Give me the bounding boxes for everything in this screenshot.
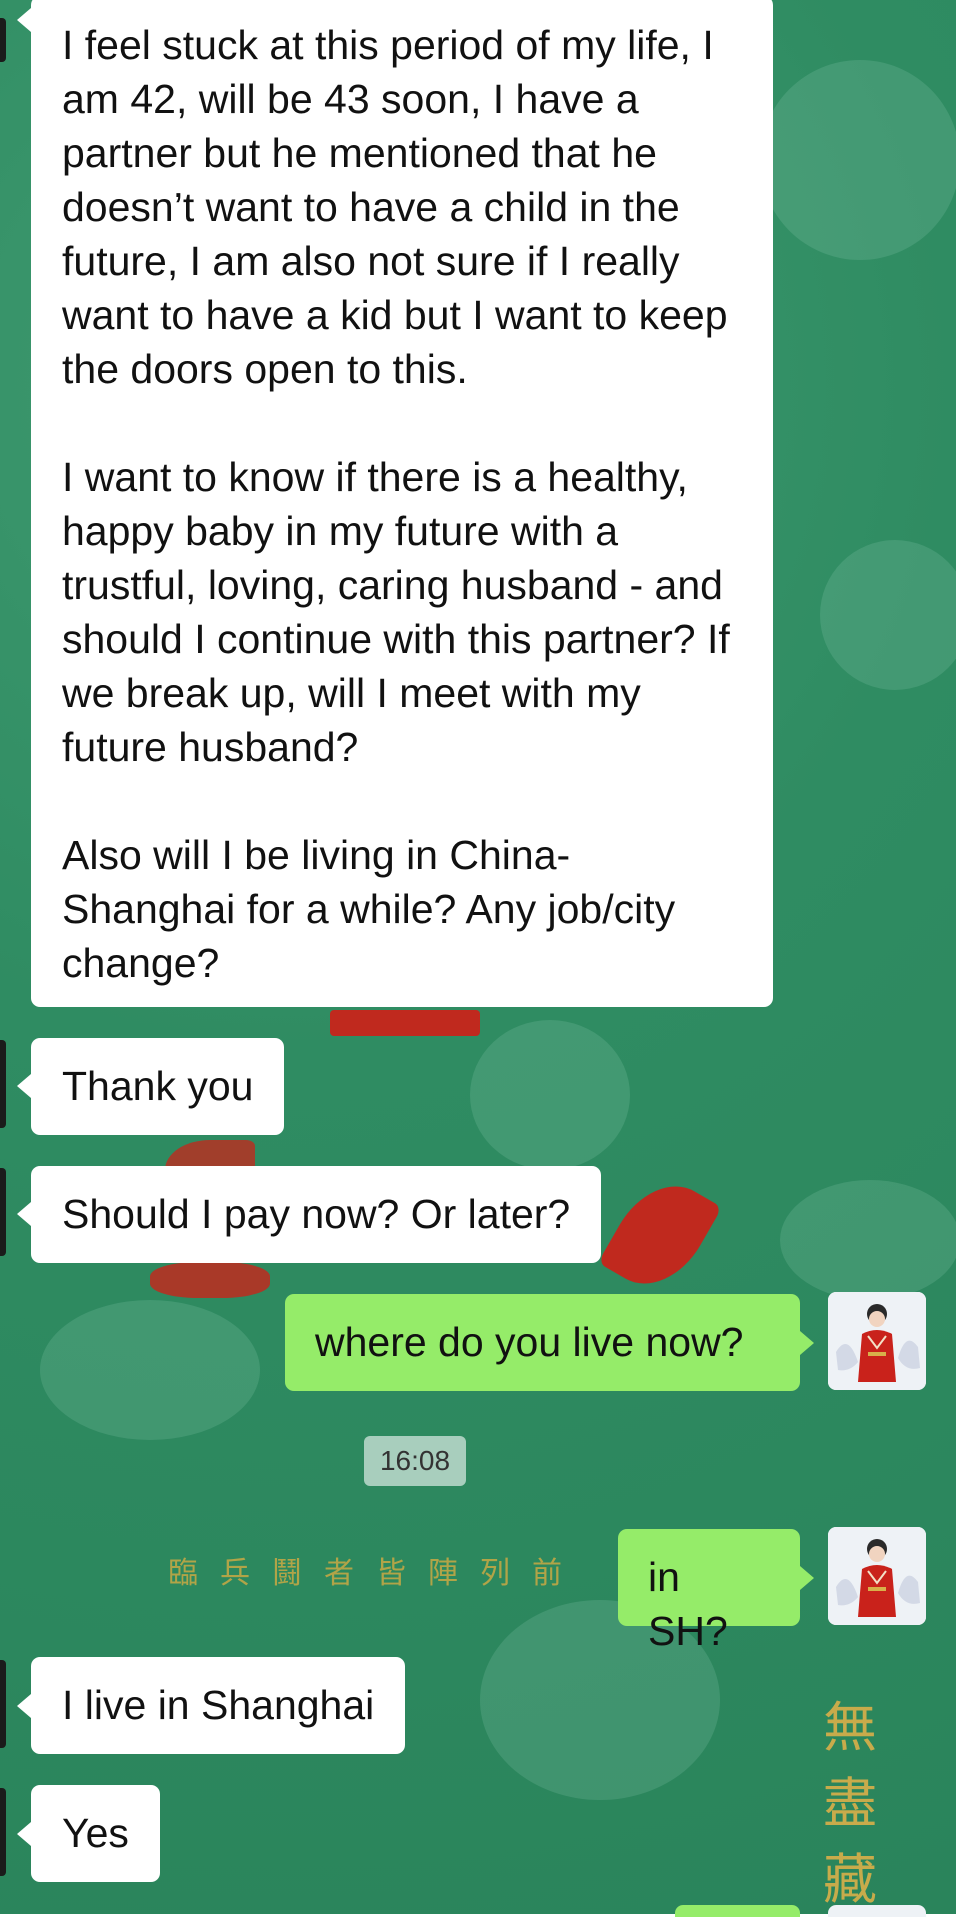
- outgoing-message[interactable]: in SH?: [618, 1529, 800, 1654]
- contact-avatar-edge[interactable]: [0, 1040, 6, 1128]
- contact-avatar-edge[interactable]: [0, 1168, 6, 1256]
- contact-avatar-edge[interactable]: [0, 1660, 6, 1748]
- bubble-tail: [17, 8, 31, 32]
- background-ornament: [820, 540, 956, 690]
- background-red-stroke: [597, 1167, 723, 1303]
- bubble-tail: [17, 1822, 31, 1846]
- avatar-illustration: [828, 1527, 926, 1625]
- bubble-tail: [800, 1331, 814, 1355]
- incoming-message[interactable]: Should I pay now? Or later?: [31, 1166, 602, 1263]
- contact-avatar-edge[interactable]: [0, 18, 6, 62]
- user-avatar-icon[interactable]: [828, 1527, 926, 1625]
- bubble-tail: [17, 1694, 31, 1718]
- background-ornament: [760, 60, 956, 260]
- incoming-message[interactable]: I feel stuck at this period of my life, …: [31, 0, 773, 1007]
- user-avatar-icon[interactable]: [828, 1292, 926, 1390]
- bubble-tail: [800, 1566, 814, 1590]
- next-outgoing-message[interactable]: [675, 1905, 800, 1917]
- background-calligraphy-row: 臨兵鬪者皆陣列前: [168, 1556, 584, 1591]
- background-ornament: [780, 1180, 956, 1300]
- avatar-illustration: [828, 1292, 926, 1390]
- background-calligraphy-vertical: 無盡藏: [823, 1696, 877, 1911]
- outgoing-message[interactable]: where do you live now?: [285, 1294, 800, 1391]
- user-avatar-icon[interactable]: [828, 1905, 926, 1917]
- background-ornament: [470, 1020, 630, 1170]
- bubble-tail: [17, 1074, 31, 1098]
- timestamp: 16:08: [364, 1436, 466, 1486]
- contact-avatar-edge[interactable]: [0, 1788, 6, 1876]
- bubble-tail: [17, 1202, 31, 1226]
- background-ornament: [40, 1300, 260, 1440]
- background-red-stroke: [150, 1262, 270, 1298]
- background-red-stroke: [330, 1010, 480, 1036]
- incoming-message[interactable]: Yes: [31, 1785, 160, 1882]
- incoming-message[interactable]: Thank you: [31, 1038, 285, 1135]
- incoming-message[interactable]: I live in Shanghai: [31, 1657, 406, 1754]
